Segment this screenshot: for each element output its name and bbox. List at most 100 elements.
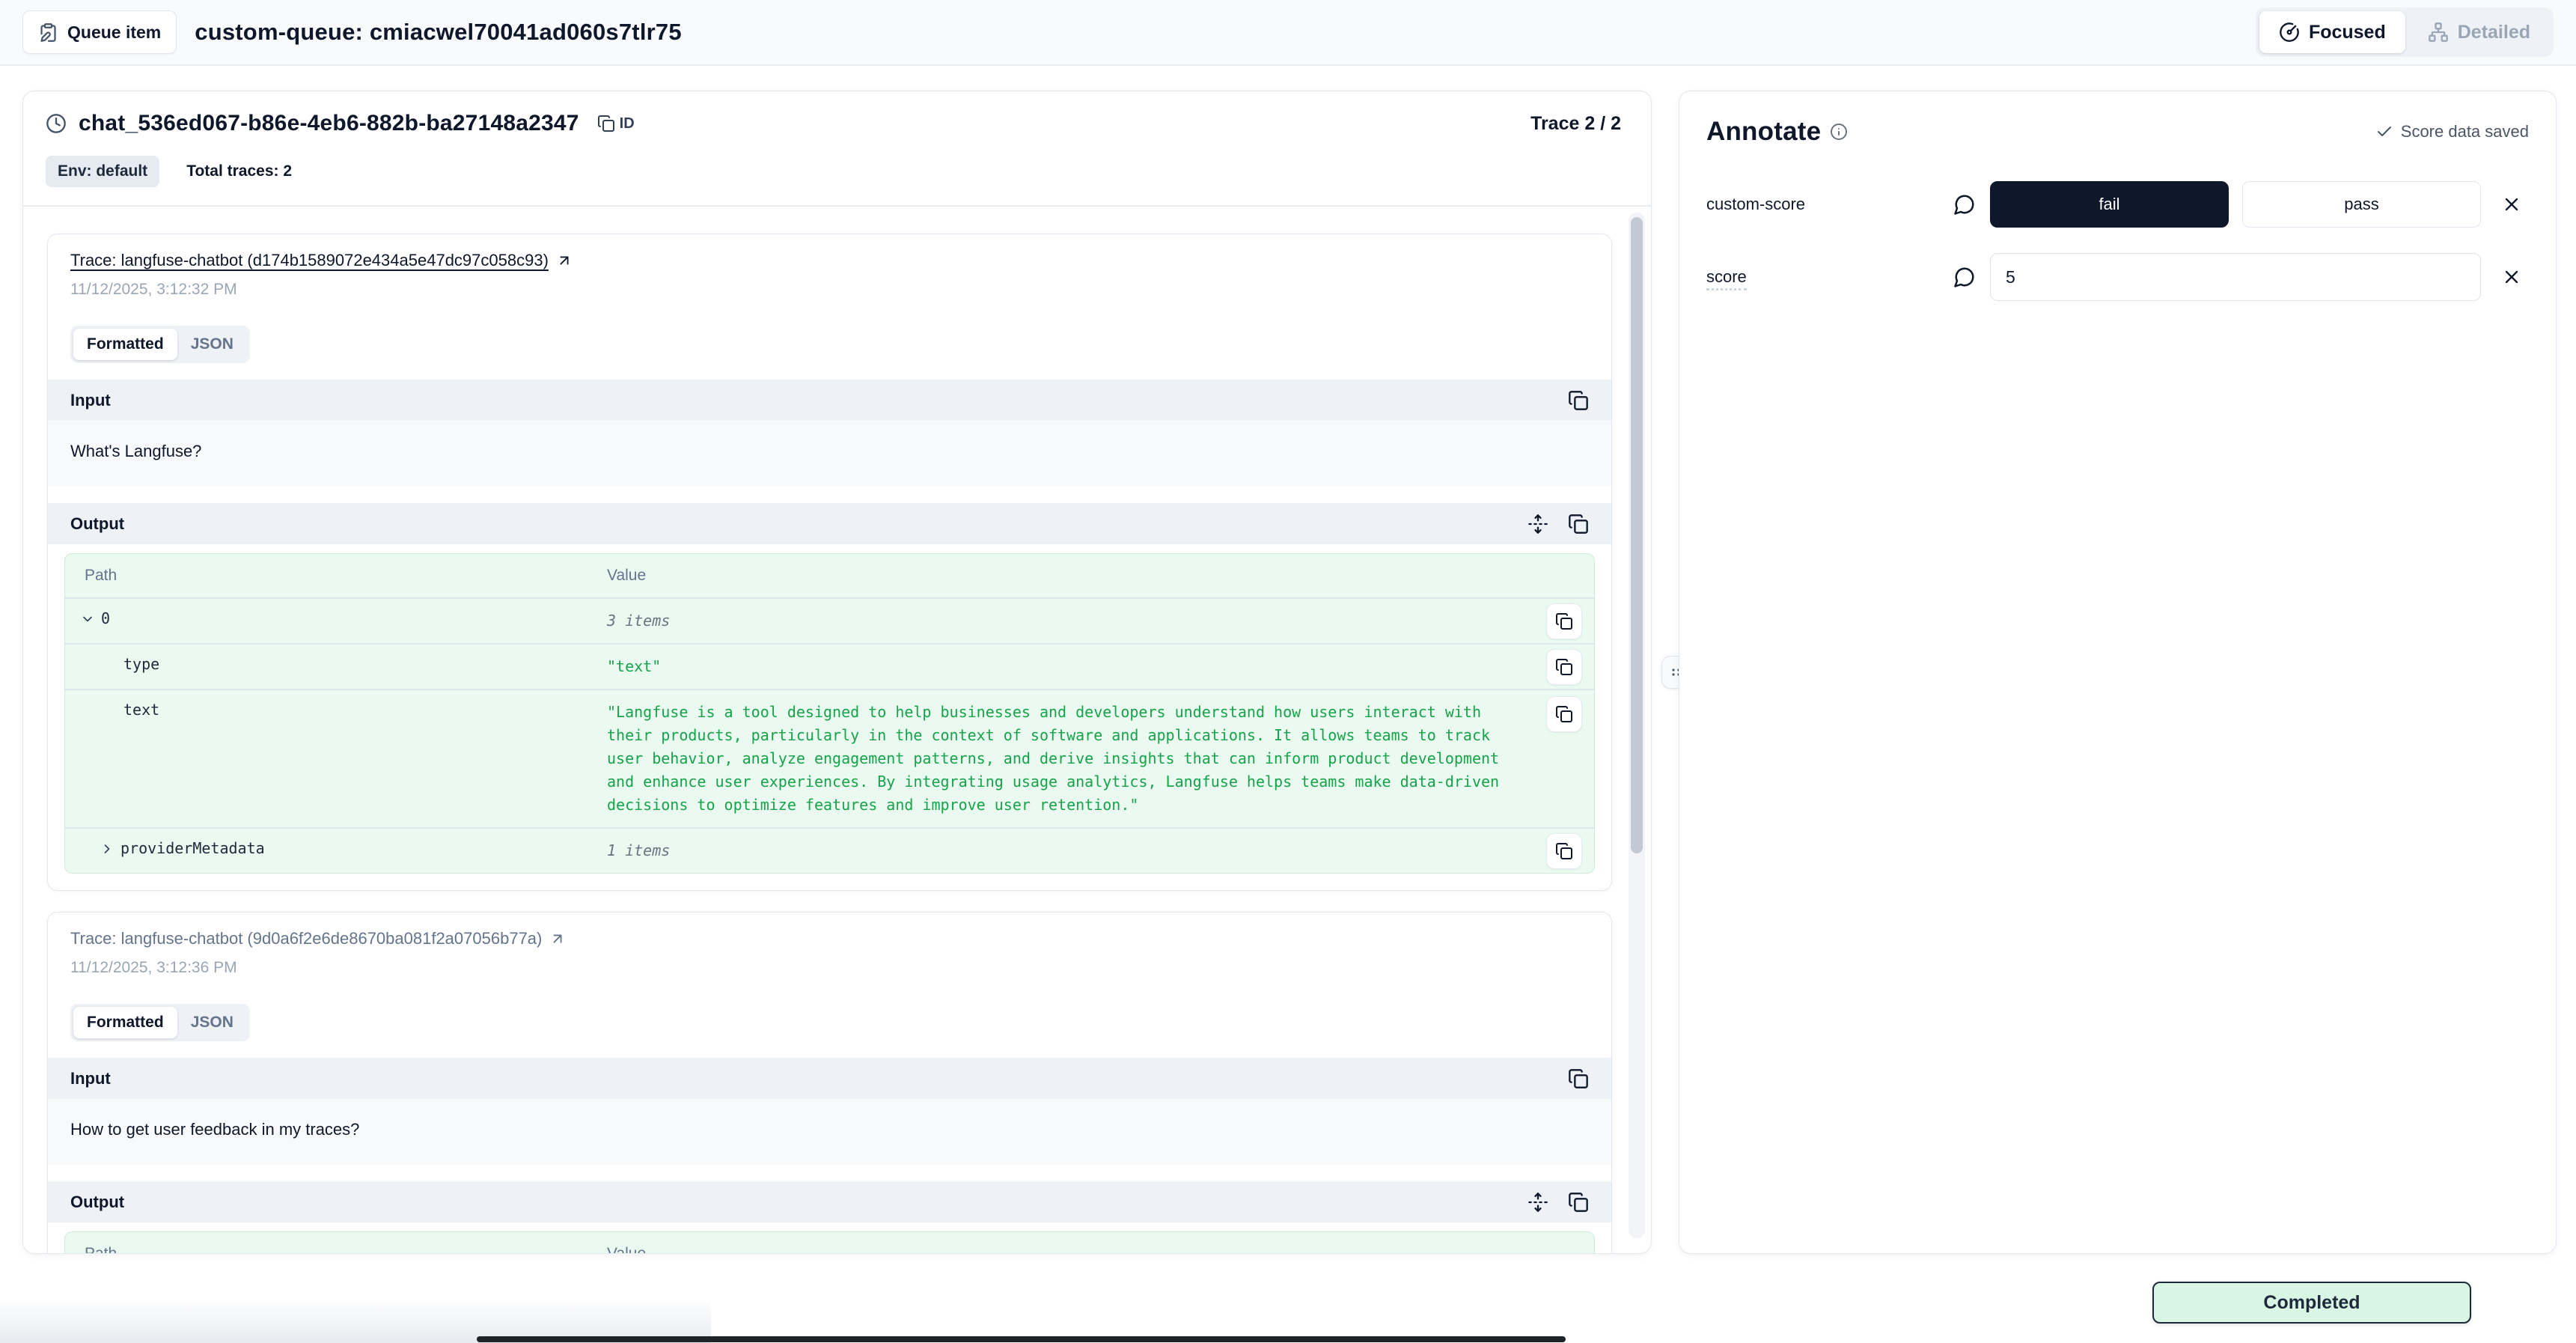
expand-output-button-1[interactable] (1527, 514, 1548, 535)
session-title: chat_536ed067-b86e-4eb6-882b-ba27148a234… (79, 111, 579, 136)
score-option-fail[interactable]: fail (1990, 181, 2229, 228)
top-bar: Queue item custom-queue: cmiacwel70041ad… (0, 0, 2576, 66)
copy-row-button[interactable] (1546, 833, 1582, 869)
horizontal-scrollbar-thumb[interactable] (477, 1336, 1566, 1342)
row-path: text (123, 701, 159, 719)
clock-icon (46, 113, 67, 134)
trace-link-1[interactable]: Trace: langfuse-chatbot (d174b1589072e43… (70, 251, 549, 270)
detailed-view-button[interactable]: Detailed (2408, 11, 2550, 53)
external-link-icon (549, 931, 566, 947)
json-table-header-2: Path Value (65, 1232, 1594, 1253)
env-badge: Env: default (46, 156, 159, 187)
trace-card-1: Trace: langfuse-chatbot (d174b1589072e43… (47, 234, 1612, 891)
queue-item-badge-label: Queue item (67, 22, 161, 43)
detailed-view-label: Detailed (2458, 22, 2530, 43)
copy-output-button-2[interactable] (1568, 1192, 1589, 1213)
value-column-header: Value (607, 567, 1594, 585)
copy-id-button[interactable]: ID (597, 115, 635, 133)
input-label-2: Input (70, 1069, 111, 1088)
path-column-header: Path (65, 1245, 607, 1253)
clipboard-pen-icon (38, 22, 58, 43)
json-tab-2[interactable]: JSON (177, 1007, 247, 1038)
annotate-title: Annotate (1706, 117, 1821, 147)
input-value-2: How to get user feedback in my traces? (48, 1099, 1611, 1165)
score-row-score: score (1706, 253, 2529, 301)
info-icon[interactable] (1830, 123, 1848, 141)
value-column-header: Value (607, 1245, 1594, 1253)
comment-icon[interactable] (1953, 266, 1976, 288)
input-value-1: What's Langfuse? (48, 421, 1611, 487)
score-option-pass[interactable]: pass (2242, 181, 2481, 228)
row-value: 3 items (607, 599, 1594, 643)
view-mode-toggle: Focused Detailed (2256, 7, 2554, 57)
focused-view-button[interactable]: Focused (2259, 11, 2405, 53)
output-header-1: Output (48, 503, 1611, 544)
session-header: chat_536ed067-b86e-4eb6-882b-ba27148a234… (23, 91, 1651, 205)
trace-card-2: Trace: langfuse-chatbot (9d0a6f2e6de8670… (47, 912, 1612, 1253)
input-header-1: Input (48, 380, 1611, 421)
score-input[interactable] (1990, 253, 2481, 301)
formatted-tab-1[interactable]: Formatted (73, 329, 177, 360)
score-label: score (1706, 267, 1953, 287)
copy-input-button-2[interactable] (1568, 1068, 1589, 1089)
trace-link-2[interactable]: Trace: langfuse-chatbot (9d0a6f2e6de8670… (70, 929, 542, 948)
save-status: Score data saved (2375, 122, 2529, 141)
row-path: 0 (101, 609, 110, 627)
vertical-scrollbar-track[interactable] (1629, 213, 1645, 1238)
output-header-2: Output (48, 1181, 1611, 1222)
chevron-right-icon[interactable] (100, 841, 115, 856)
tree-icon (2428, 22, 2449, 43)
trace-timestamp-2: 11/12/2025, 3:12:36 PM (70, 959, 1589, 977)
path-column-header: Path (65, 567, 607, 585)
table-row: providerMetadata 1 items (65, 829, 1594, 873)
row-value: 1 items (607, 829, 1594, 873)
gauge-icon (2279, 22, 2300, 43)
copy-row-button[interactable] (1546, 603, 1582, 639)
annotate-panel: Annotate Score data saved custom-score f… (1679, 91, 2557, 1254)
remove-score-button[interactable] (2494, 187, 2529, 222)
copy-row-button[interactable] (1546, 696, 1582, 732)
table-row: 0 3 items (65, 599, 1594, 645)
vertical-scrollbar-thumb[interactable] (1631, 217, 1643, 853)
output-label-2: Output (70, 1193, 124, 1212)
save-status-label: Score data saved (2401, 122, 2529, 141)
input-header-2: Input (48, 1058, 1611, 1099)
table-row: type "text" (65, 645, 1594, 690)
json-tab-1[interactable]: JSON (177, 329, 247, 360)
format-toggle-1: Formatted JSON (70, 326, 250, 363)
copy-output-button-1[interactable] (1568, 514, 1589, 535)
format-toggle-2: Formatted JSON (70, 1004, 250, 1041)
row-value: "text" (607, 645, 1594, 689)
completed-button[interactable]: Completed (2152, 1282, 2471, 1324)
chevron-down-icon[interactable] (80, 612, 95, 627)
queue-item-badge: Queue item (22, 10, 177, 54)
trace-timestamp-1: 11/12/2025, 3:12:32 PM (70, 281, 1589, 299)
expand-output-button-2[interactable] (1527, 1192, 1548, 1213)
external-link-icon (556, 252, 573, 269)
output-json-table-1: Path Value 0 3 items (64, 553, 1595, 874)
copy-row-button[interactable] (1546, 649, 1582, 685)
copy-input-button-1[interactable] (1568, 390, 1589, 411)
trace-counter: Trace 2 / 2 (1530, 113, 1621, 135)
page-title: custom-queue: cmiacwel70041ad060s7tlr75 (195, 19, 682, 46)
json-table-header-1: Path Value (65, 554, 1594, 599)
formatted-tab-2[interactable]: Formatted (73, 1007, 177, 1038)
output-json-table-2: Path Value 0 3 items (64, 1231, 1595, 1253)
score-row-custom-score: custom-score fail pass (1706, 181, 2529, 228)
score-label: custom-score (1706, 195, 1953, 214)
id-label: ID (620, 115, 635, 133)
comment-icon[interactable] (1953, 193, 1976, 216)
remove-score-button[interactable] (2494, 260, 2529, 294)
input-label-1: Input (70, 391, 111, 410)
copy-icon (597, 115, 615, 133)
total-traces-label: Total traces: 2 (186, 162, 292, 180)
output-label-1: Output (70, 514, 124, 534)
focused-view-label: Focused (2309, 22, 2386, 43)
row-path: providerMetadata (120, 839, 265, 857)
traces-scroll-area: Trace: langfuse-chatbot (d174b1589072e43… (23, 205, 1651, 1253)
session-panel: chat_536ed067-b86e-4eb6-882b-ba27148a234… (22, 91, 1652, 1254)
row-path: type (123, 655, 159, 673)
row-value: "Langfuse is a tool designed to help bus… (607, 690, 1594, 827)
table-row: text "Langfuse is a tool designed to hel… (65, 690, 1594, 829)
check-icon (2375, 123, 2393, 141)
